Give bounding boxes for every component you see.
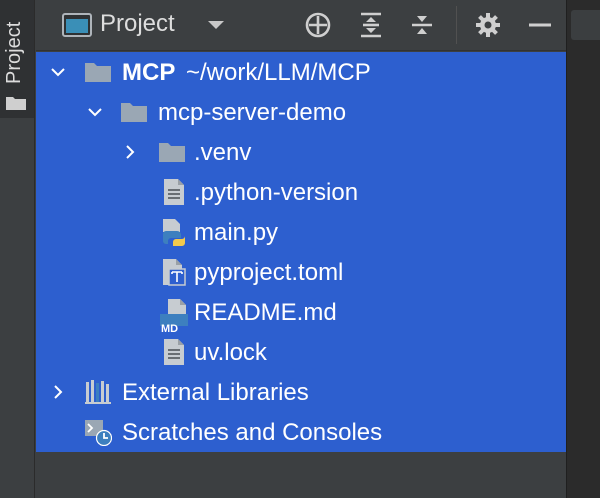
scratches-console-icon	[85, 420, 112, 446]
chevron-down-icon[interactable]	[50, 64, 66, 80]
minimize-icon[interactable]	[526, 11, 554, 39]
tree-row-pyproject-toml[interactable]: pyproject.toml	[36, 252, 566, 292]
folder-icon	[159, 143, 185, 162]
project-window-icon	[62, 13, 92, 37]
tree-item-label: .python-version	[194, 179, 359, 206]
project-tree: MCP ~/work/LLM/MCP mcp-server-demo .venv…	[36, 52, 566, 452]
root-folder-name: MCP	[122, 59, 176, 86]
editor-edge-strip	[566, 0, 600, 498]
folder-icon	[121, 103, 147, 122]
collapse-all-icon[interactable]	[408, 11, 436, 39]
tree-row-readme-md[interactable]: MD README.md	[36, 292, 566, 335]
chevron-down-icon[interactable]	[87, 104, 103, 120]
chevron-right-icon[interactable]	[50, 384, 66, 400]
locate-target-icon[interactable]	[304, 11, 332, 39]
gear-icon[interactable]	[474, 11, 502, 39]
markdown-file-icon	[160, 299, 188, 326]
editor-tab-stub[interactable]	[571, 10, 600, 40]
tree-item-label: External Libraries	[122, 379, 309, 406]
folder-icon	[85, 63, 111, 82]
tree-row-uv-lock[interactable]: uv.lock	[36, 332, 566, 372]
tree-empty-area	[36, 452, 566, 498]
tree-row-root[interactable]: MCP ~/work/LLM/MCP	[36, 52, 566, 92]
tree-item-label: uv.lock	[194, 339, 267, 366]
tree-item-label: Scratches and Consoles	[122, 419, 383, 446]
tree-row-scratches-and-consoles[interactable]: Scratches and Consoles	[36, 412, 566, 452]
tree-item-label: pyproject.toml	[194, 259, 344, 286]
project-tool-tab[interactable]: Project	[0, 0, 34, 118]
library-icon	[85, 380, 111, 404]
tree-row-venv[interactable]: .venv	[36, 132, 566, 172]
project-tool-tab-label: Project	[3, 21, 25, 84]
root-folder-path: ~/work/LLM/MCP	[186, 59, 371, 86]
python-file-icon	[163, 219, 185, 246]
chevron-down-icon[interactable]	[206, 18, 226, 32]
tree-item-label: mcp-server-demo	[158, 99, 347, 126]
tree-item-label: main.py	[194, 219, 279, 246]
project-panel-header: Project	[36, 0, 566, 51]
text-file-icon	[164, 179, 184, 205]
folder-icon	[6, 97, 26, 110]
text-file-icon	[164, 339, 184, 365]
tree-item-label: .venv	[194, 139, 252, 166]
toml-file-icon	[163, 259, 186, 286]
tree-row-external-libraries[interactable]: External Libraries	[36, 372, 566, 412]
panel-title: Project	[100, 10, 175, 37]
header-separator	[456, 6, 457, 44]
left-tool-strip: Project	[0, 0, 35, 498]
tree-row-mcp-server-demo[interactable]: mcp-server-demo	[36, 92, 566, 132]
tree-row-python-version[interactable]: .python-version	[36, 172, 566, 212]
tree-item-label: README.md	[194, 299, 337, 326]
tree-row-main-py[interactable]: main.py	[36, 212, 566, 252]
expand-all-icon[interactable]	[357, 11, 385, 39]
chevron-right-icon[interactable]	[122, 144, 138, 160]
